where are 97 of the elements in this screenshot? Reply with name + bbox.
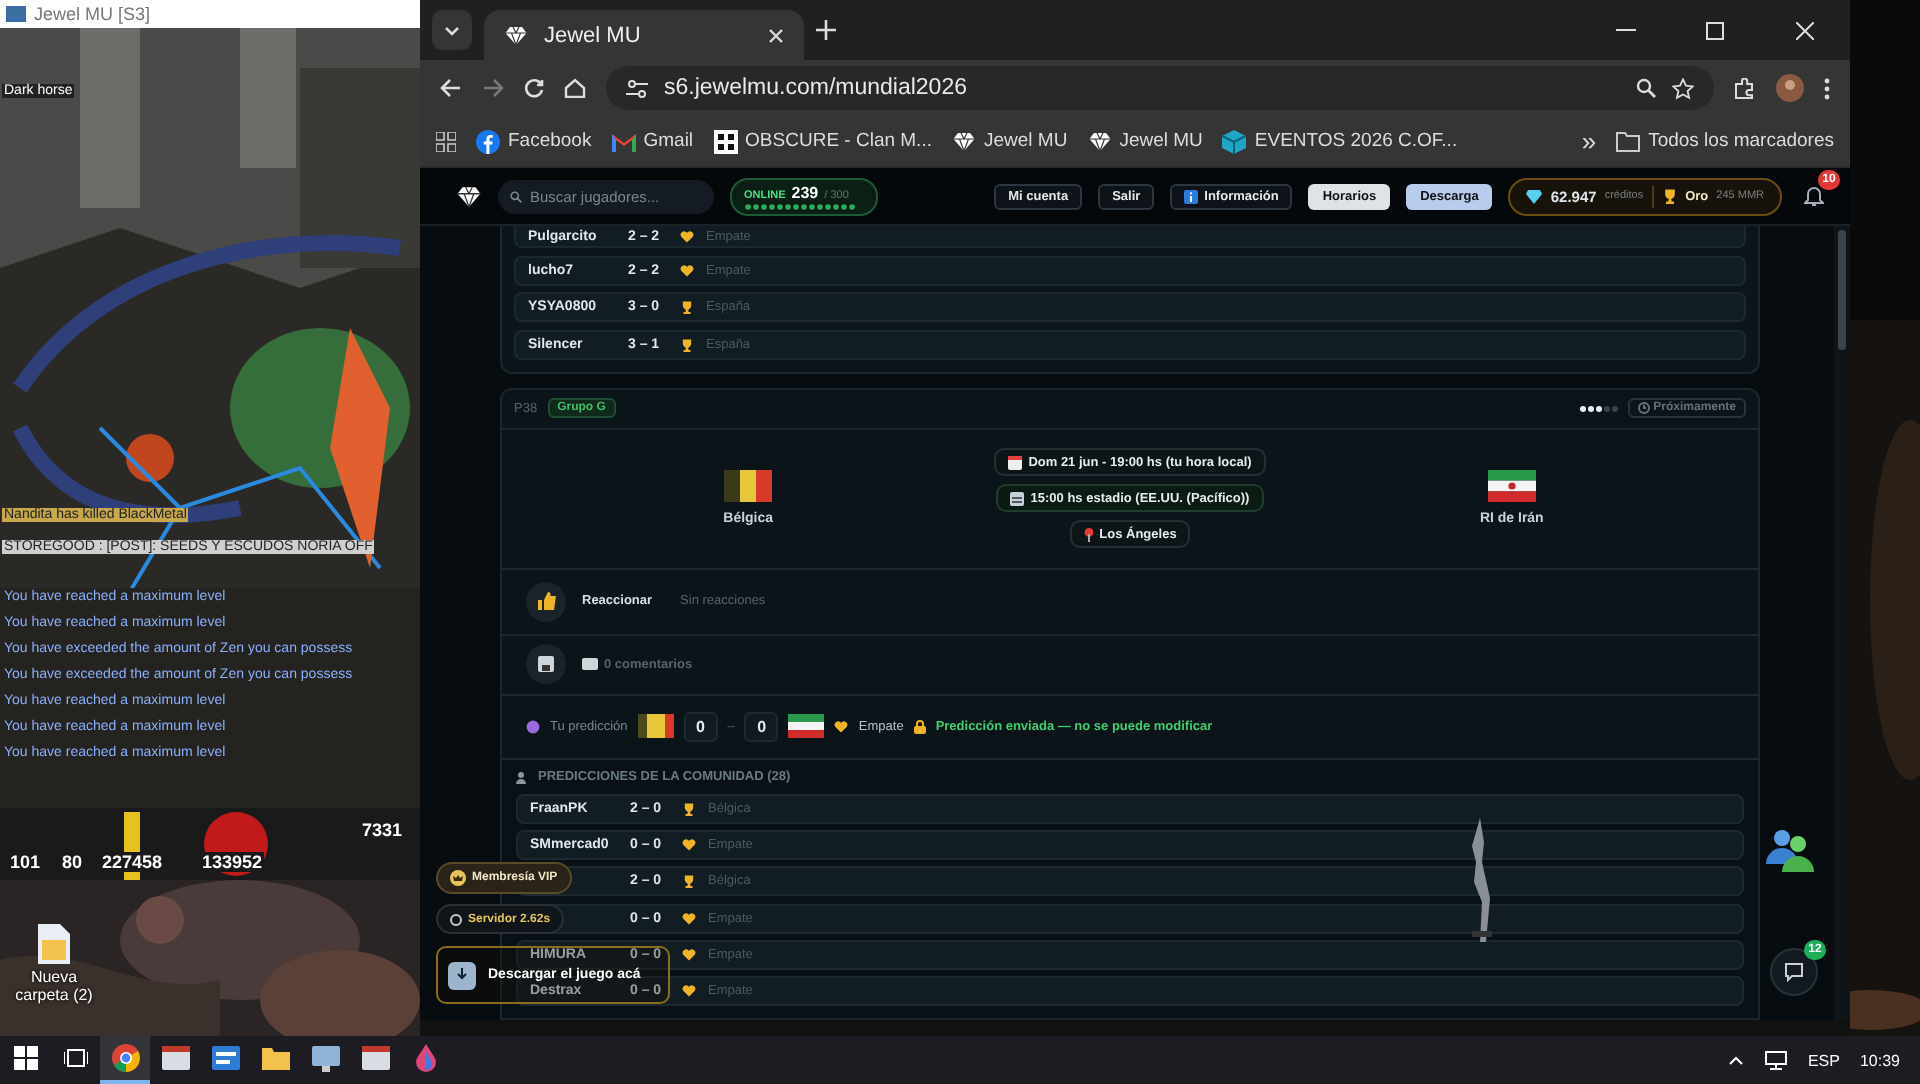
browser-tab[interactable]: Jewel MU (484, 10, 804, 60)
folder-icon (261, 1046, 289, 1070)
facebook-icon (476, 129, 500, 153)
pin-icon (1083, 527, 1094, 541)
diamond-icon (1087, 129, 1112, 153)
bookmark-link[interactable]: Jewel MU (1119, 130, 1203, 152)
tab-list-button[interactable] (432, 10, 472, 50)
trophy-icon (680, 337, 694, 351)
monitor-icon (311, 1045, 339, 1071)
desktop-icon-label[interactable]: Nueva carpeta (2) (12, 968, 96, 1005)
app-icon (211, 1046, 239, 1070)
close-icon[interactable] (768, 27, 784, 43)
trophy-icon (680, 300, 694, 314)
flag-icon (1487, 470, 1536, 502)
heart-icon (682, 984, 696, 999)
react-button[interactable] (526, 581, 566, 621)
site-settings-icon[interactable] (626, 79, 648, 97)
back-icon[interactable] (440, 78, 462, 98)
folder-icon (1616, 131, 1641, 151)
bookmark-link[interactable]: EVENTOS 2026 C.OF... (1254, 130, 1458, 152)
caret-icon (444, 25, 460, 35)
app-icon (6, 6, 26, 22)
flag-icon (724, 470, 773, 502)
crown-icon (450, 870, 466, 886)
file-icon[interactable] (38, 924, 70, 964)
away-goals: 0 (744, 711, 779, 741)
flag-icon (637, 714, 674, 738)
calendar-icon (1008, 455, 1023, 469)
lock-icon (913, 719, 926, 733)
trophy-icon (1661, 188, 1678, 204)
chat-icon (1784, 962, 1804, 982)
chevron-up-icon[interactable] (1727, 1055, 1744, 1065)
home-goals: 0 (683, 711, 718, 741)
mail-icon (611, 131, 636, 151)
clock-icon (1637, 402, 1650, 414)
menu-icon[interactable] (1824, 77, 1830, 99)
forward-icon[interactable] (482, 78, 504, 98)
heart-icon (682, 911, 696, 926)
zoom-icon[interactable] (1636, 78, 1656, 98)
download-icon (456, 968, 468, 982)
star-icon[interactable] (1672, 77, 1694, 99)
trophy-icon (682, 874, 696, 889)
close-icon[interactable] (1796, 21, 1814, 39)
stadium-icon (1010, 491, 1025, 505)
language-indicator[interactable]: ESP (1807, 1051, 1840, 1069)
search-icon (510, 189, 522, 203)
reload-icon[interactable] (524, 78, 544, 98)
window-title: Jewel MU [S3] (34, 4, 151, 24)
heart-icon (682, 947, 696, 962)
heart-icon (680, 263, 694, 277)
gem-icon (1526, 189, 1543, 203)
save-icon (538, 656, 554, 672)
diamond-icon (951, 129, 976, 153)
home-icon[interactable] (564, 78, 586, 98)
logo-icon (456, 183, 482, 209)
chrome-icon (111, 1044, 139, 1072)
pattern-icon (713, 129, 738, 153)
bookmark-link[interactable]: OBSCURE - Clan M... (745, 130, 932, 152)
bookmark-link[interactable]: Facebook (508, 130, 592, 152)
bookmark-link[interactable]: Gmail (643, 130, 694, 152)
bookmark-link[interactable]: Jewel MU (983, 130, 1068, 152)
crystal-ball-icon (526, 719, 540, 733)
thumbs-up-icon (537, 592, 555, 610)
diamond-icon (504, 23, 528, 47)
online-count: 239 (791, 183, 819, 201)
online-bar-drawing (744, 203, 856, 209)
avatar-icon[interactable] (1776, 74, 1804, 102)
taskbar-app[interactable] (100, 1036, 150, 1084)
tab-title: Jewel MU (544, 23, 643, 47)
network-icon[interactable] (1763, 1050, 1788, 1070)
people-icon (516, 771, 530, 783)
drop-icon (413, 1044, 437, 1072)
heart-icon (682, 838, 696, 853)
heart-icon (680, 229, 694, 243)
scrollbar[interactable] (1834, 226, 1850, 1020)
trophy-icon (682, 801, 696, 816)
task-view-icon (63, 1048, 87, 1068)
extensions-icon[interactable] (1734, 77, 1756, 99)
maximize-icon[interactable] (1706, 21, 1724, 39)
minimize-icon[interactable] (1615, 28, 1635, 32)
windows-icon (13, 1046, 37, 1070)
window-icon (161, 1046, 189, 1070)
apps-icon[interactable] (436, 131, 456, 151)
cube-icon (1222, 129, 1247, 153)
clock-icon (450, 913, 462, 925)
flag-icon (788, 714, 825, 738)
clock[interactable]: 10:39 (1859, 1051, 1900, 1069)
info-icon (1184, 189, 1199, 203)
bookmark-folder[interactable]: Todos los marcadores (1648, 130, 1834, 152)
window-icon (361, 1046, 389, 1070)
comment-icon (582, 658, 598, 670)
heart-icon (834, 719, 849, 733)
bell-icon[interactable] (1804, 185, 1824, 207)
comments-button[interactable] (526, 644, 566, 684)
new-tab-icon[interactable] (816, 20, 836, 40)
more-bookmarks-button[interactable]: » (1581, 126, 1597, 156)
people-icon[interactable] (1766, 828, 1814, 872)
